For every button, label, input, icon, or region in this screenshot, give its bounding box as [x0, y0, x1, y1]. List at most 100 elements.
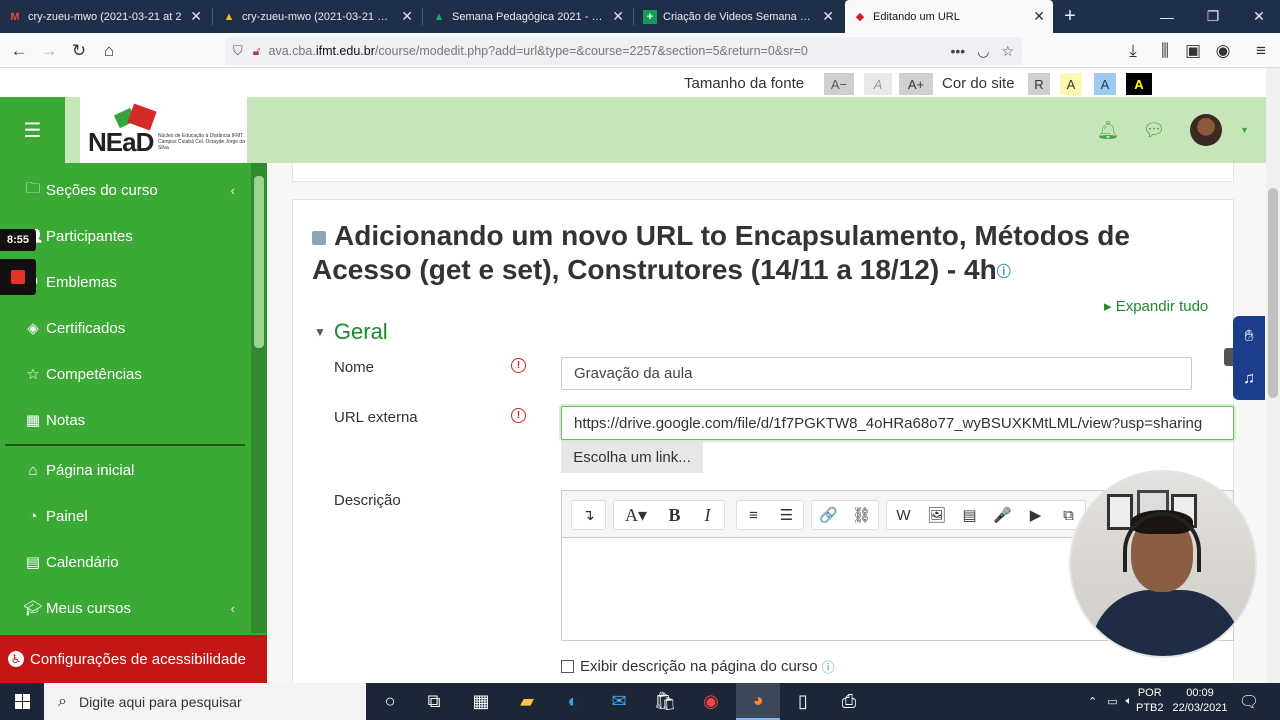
tab-drive-recording[interactable]: ▲ cry-zueu-mwo (2021-03-21 at 2 ✕ — [214, 0, 421, 33]
color-reset-button[interactable]: R — [1028, 73, 1050, 95]
external-url-input[interactable]: https://drive.google.com/file/d/1f7PGKTW… — [561, 406, 1234, 440]
file-explorer-icon[interactable]: ▰ — [505, 683, 549, 720]
menu-icon[interactable]: ≡ — [1248, 38, 1274, 64]
back-button[interactable]: ← — [6, 38, 32, 64]
notepad-icon[interactable]: ▯ — [781, 683, 825, 720]
avatar[interactable] — [1190, 114, 1222, 146]
vlibras-handle[interactable] — [1224, 348, 1233, 366]
taskbar-search[interactable]: ⌕ Digite aqui para pesquisar — [44, 683, 366, 720]
sidebar-toggle-icon[interactable]: ▣ — [1180, 38, 1206, 64]
font-normal-button[interactable]: A — [864, 73, 892, 95]
cortana-icon[interactable]: ○ — [368, 683, 412, 720]
name-input[interactable]: Gravação da aula — [561, 357, 1192, 390]
printer-icon[interactable]: ⎙ — [827, 683, 871, 720]
sidebar-item-participants[interactable]: 👥︎ Participantes — [22, 221, 247, 251]
download-icon[interactable]: ⤓ — [1120, 38, 1146, 64]
sidebar-scroll-thumb[interactable] — [254, 176, 264, 348]
close-icon[interactable]: ✕ — [190, 8, 202, 25]
expand-all-link[interactable]: ▸ Expandir tudo — [1104, 297, 1208, 315]
close-window-button[interactable]: ✕ — [1236, 0, 1280, 33]
start-button[interactable] — [0, 683, 44, 720]
close-icon[interactable]: ✕ — [1033, 8, 1045, 25]
link-icon[interactable]: 🔗 — [812, 501, 845, 529]
chrome-icon[interactable]: ◉ — [689, 683, 733, 720]
sidebar-item-certificates[interactable]: ◈ Certificados — [22, 313, 247, 343]
image-icon[interactable]: 🖼 — [920, 501, 953, 529]
bold-icon[interactable]: B — [658, 501, 691, 529]
sidebar-item-course-sections[interactable]: 🗀︎ Seções do curso ‹ — [22, 175, 247, 205]
edge-icon[interactable]: ◐ — [551, 683, 595, 720]
sidebar-item-my-courses[interactable]: 🎓︎ Meus cursos ‹ — [22, 593, 247, 623]
chevron-down-icon[interactable]: ▼ — [1240, 125, 1249, 135]
tab-drive-semana[interactable]: ▲ Semana Pedagógica 2021 - Go ✕ — [424, 0, 632, 33]
font-decrease-button[interactable]: A− — [824, 73, 854, 95]
show-description-checkbox[interactable]: Exibir descrição na página do curso ⓘ — [561, 657, 835, 676]
paragraph-style-icon[interactable]: A▾ — [614, 501, 658, 529]
tab-gmail[interactable]: M cry-zueu-mwo (2021-03-21 at 2 ✕ — [0, 0, 210, 33]
volume-icon[interactable]: 🔈︎ — [1126, 695, 1133, 708]
notifications-icon[interactable]: 🗨︎ — [1238, 691, 1260, 713]
mail-icon[interactable]: ✉ — [597, 683, 641, 720]
home-icon[interactable]: ⌂ — [96, 38, 122, 64]
firefox-icon[interactable]: ◕ — [736, 683, 780, 720]
sidebar-item-home[interactable]: ⌂ Página inicial — [22, 455, 247, 485]
folder-icon: 🗀︎ — [25, 179, 41, 197]
more-actions-icon[interactable]: ••• — [951, 43, 966, 60]
minimize-button[interactable]: — — [1144, 0, 1190, 33]
pocket-icon[interactable]: ◡ — [977, 43, 989, 60]
sidebar-item-competencies[interactable]: ☆ Competências — [22, 359, 247, 389]
section-header-general[interactable]: ▼ Geral — [314, 319, 388, 345]
hamburger-menu-icon[interactable]: ☰ — [0, 97, 65, 163]
language-indicator[interactable]: POR PTB2 — [1136, 686, 1164, 716]
checkbox[interactable] — [561, 660, 574, 673]
close-icon[interactable]: ✕ — [612, 8, 624, 25]
store-icon[interactable]: 🛍︎ — [643, 683, 687, 720]
tab-sheets[interactable]: + Criação de Videos Semana Ped ✕ — [635, 0, 842, 33]
restore-button[interactable]: ❐ — [1190, 0, 1236, 33]
system-tray[interactable]: ⌃ ▭ 🔈︎ — [1088, 683, 1132, 720]
close-icon[interactable]: ✕ — [401, 8, 413, 25]
sidebar-item-dashboard[interactable]: ◔ Painel — [22, 501, 247, 531]
choose-link-button[interactable]: Escolha um link... — [561, 442, 703, 473]
font-increase-button[interactable]: A+ — [899, 73, 933, 95]
color-yellow-button[interactable]: A — [1060, 73, 1082, 95]
page-scroll-thumb[interactable] — [1268, 188, 1278, 398]
library-icon[interactable]: ⫼ — [1152, 38, 1178, 64]
reload-button[interactable]: ↻ — [66, 38, 92, 64]
accessibility-settings-button[interactable]: ♿︎ Configurações de acessibilidade — [0, 635, 267, 683]
sidebar-item-calendar[interactable]: ▤ Calendário — [22, 547, 247, 577]
italic-icon[interactable]: I — [691, 501, 724, 529]
url-bar[interactable]: ⛉ 🔓︎ ava.cba. ifmt.edu.br/course/modedit.… — [225, 37, 1022, 65]
sidebar-item-grades[interactable]: ▦ Notas — [22, 405, 247, 435]
color-black-button[interactable]: A — [1126, 73, 1152, 95]
task-view-icon[interactable]: ⧉ — [412, 683, 456, 720]
bookmark-star-icon[interactable]: ☆ — [1001, 43, 1014, 60]
media-icon[interactable]: ▤ — [953, 501, 986, 529]
bell-icon[interactable]: 🔔︎ — [1097, 119, 1120, 141]
chevron-up-icon[interactable]: ⌃ — [1088, 695, 1097, 708]
ordered-list-icon[interactable]: ☰ — [770, 501, 803, 529]
chat-icon[interactable]: 💬︎ — [1143, 119, 1166, 141]
network-icon[interactable]: ▭ — [1107, 695, 1117, 708]
forward-button[interactable]: → — [36, 38, 62, 64]
new-tab-button[interactable]: + — [1058, 4, 1082, 28]
nead-logo[interactable]: NEaD Núcleo de Educação à Distância IFMT… — [80, 97, 247, 163]
unordered-list-icon[interactable]: ≡ — [737, 501, 770, 529]
toolbar-toggle-icon[interactable]: ↴ — [572, 501, 605, 529]
calculator-icon[interactable]: ▦ — [459, 683, 503, 720]
stop-recording-button[interactable] — [0, 259, 36, 295]
tab-editing-url[interactable]: ◆ Editando um URL ✕ — [845, 0, 1053, 33]
account-icon[interactable]: ◉ — [1210, 38, 1236, 64]
unlink-icon[interactable]: ⛓ — [845, 501, 878, 529]
close-icon[interactable]: ✕ — [822, 8, 834, 25]
help-icon[interactable]: ⓘ — [997, 264, 1011, 280]
clock[interactable]: 00:09 22/03/2021 — [1168, 686, 1232, 716]
url-prefix: ava.cba. — [268, 44, 316, 58]
sidebar-item-badges[interactable]: ⚑ Emblemas — [22, 267, 247, 297]
vlibras-widget[interactable]: ✋︎ ♫ — [1233, 316, 1265, 400]
microphone-icon[interactable]: 🎤 — [986, 501, 1019, 529]
color-blue-button[interactable]: A — [1094, 73, 1116, 95]
help-icon[interactable]: ⓘ — [822, 657, 835, 676]
video-icon[interactable]: ▶ — [1019, 501, 1052, 529]
word-import-icon[interactable]: W — [887, 501, 920, 529]
